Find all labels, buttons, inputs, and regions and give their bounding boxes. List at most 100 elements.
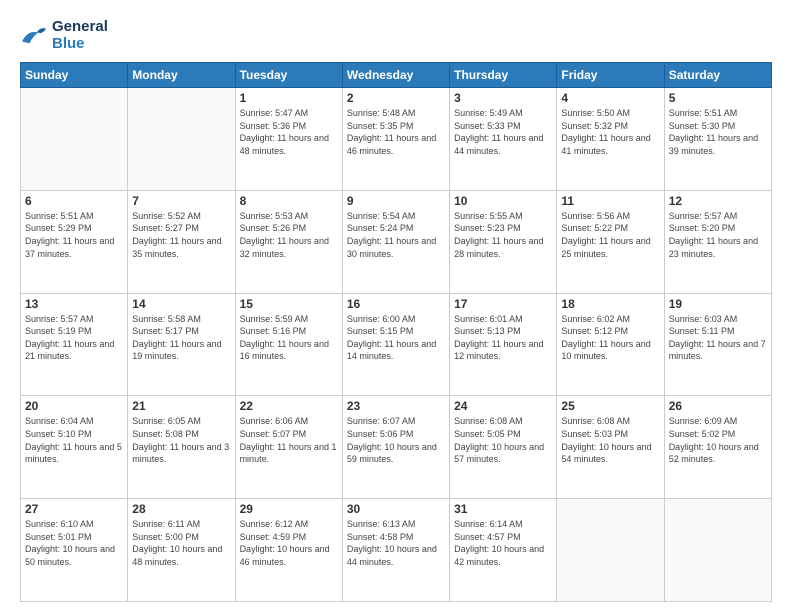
calendar-cell (21, 88, 128, 191)
logo-text: General Blue (52, 18, 108, 52)
day-number: 14 (132, 297, 230, 311)
day-info: Sunrise: 5:48 AM Sunset: 5:35 PM Dayligh… (347, 107, 445, 157)
day-info: Sunrise: 5:57 AM Sunset: 5:20 PM Dayligh… (669, 210, 767, 260)
calendar-cell: 31Sunrise: 6:14 AM Sunset: 4:57 PM Dayli… (450, 499, 557, 602)
day-info: Sunrise: 5:55 AM Sunset: 5:23 PM Dayligh… (454, 210, 552, 260)
calendar-week-row: 6 Sunrise: 5:51 AM Sunset: 5:29 PM Daylig… (21, 190, 772, 293)
calendar-week-row: 1 Sunrise: 5:47 AM Sunset: 5:36 PM Daylig… (21, 88, 772, 191)
day-number: 22 (240, 399, 338, 413)
day-number: 24 (454, 399, 552, 413)
calendar-cell: 16 Sunrise: 6:00 AM Sunset: 5:15 PM Dayli… (342, 293, 449, 396)
calendar-cell: 23Sunrise: 6:07 AM Sunset: 5:06 PM Dayli… (342, 396, 449, 499)
day-info: Sunrise: 6:00 AM Sunset: 5:15 PM Dayligh… (347, 313, 445, 363)
day-number: 21 (132, 399, 230, 413)
weekday-header: Sunday (21, 63, 128, 88)
day-number: 31 (454, 502, 552, 516)
page: General Blue SundayMondayTuesdayWednesda… (0, 0, 792, 612)
day-number: 1 (240, 91, 338, 105)
day-number: 25 (561, 399, 659, 413)
calendar-cell: 30 Sunrise: 6:13 AM Sunset: 4:58 PM Dayli… (342, 499, 449, 602)
calendar-cell: 11 Sunrise: 5:56 AM Sunset: 5:22 PM Dayli… (557, 190, 664, 293)
header: General Blue (20, 18, 772, 52)
day-info: Sunrise: 5:58 AM Sunset: 5:17 PM Dayligh… (132, 313, 230, 363)
day-info: Sunrise: 5:50 AM Sunset: 5:32 PM Dayligh… (561, 107, 659, 157)
day-info: Sunrise: 5:49 AM Sunset: 5:33 PM Dayligh… (454, 107, 552, 157)
calendar-cell: 7 Sunrise: 5:52 AM Sunset: 5:27 PM Daylig… (128, 190, 235, 293)
day-number: 2 (347, 91, 445, 105)
day-info: Sunrise: 6:10 AM Sunset: 5:01 PM Dayligh… (25, 518, 123, 568)
day-info: Sunrise: 6:08 AM Sunset: 5:03 PM Dayligh… (561, 415, 659, 465)
day-number: 11 (561, 194, 659, 208)
day-info: Sunrise: 6:11 AM Sunset: 5:00 PM Dayligh… (132, 518, 230, 568)
day-number: 3 (454, 91, 552, 105)
day-info: Sunrise: 5:51 AM Sunset: 5:29 PM Dayligh… (25, 210, 123, 260)
day-info: Sunrise: 5:54 AM Sunset: 5:24 PM Dayligh… (347, 210, 445, 260)
calendar-cell: 14 Sunrise: 5:58 AM Sunset: 5:17 PM Dayli… (128, 293, 235, 396)
day-info: Sunrise: 6:05 AM Sunset: 5:08 PM Dayligh… (132, 415, 230, 465)
day-number: 9 (347, 194, 445, 208)
day-info: Sunrise: 6:09 AM Sunset: 5:02 PM Dayligh… (669, 415, 767, 465)
day-number: 4 (561, 91, 659, 105)
calendar-cell: 9 Sunrise: 5:54 AM Sunset: 5:24 PM Daylig… (342, 190, 449, 293)
day-number: 19 (669, 297, 767, 311)
weekday-header: Tuesday (235, 63, 342, 88)
day-number: 26 (669, 399, 767, 413)
day-number: 12 (669, 194, 767, 208)
calendar-cell: 29Sunrise: 6:12 AM Sunset: 4:59 PM Dayli… (235, 499, 342, 602)
day-number: 30 (347, 502, 445, 516)
weekday-header: Wednesday (342, 63, 449, 88)
day-info: Sunrise: 5:47 AM Sunset: 5:36 PM Dayligh… (240, 107, 338, 157)
calendar-cell (664, 499, 771, 602)
day-info: Sunrise: 5:51 AM Sunset: 5:30 PM Dayligh… (669, 107, 767, 157)
day-number: 16 (347, 297, 445, 311)
calendar-cell: 18Sunrise: 6:02 AM Sunset: 5:12 PM Dayli… (557, 293, 664, 396)
calendar-cell: 24 Sunrise: 6:08 AM Sunset: 5:05 PM Dayli… (450, 396, 557, 499)
calendar-week-row: 27Sunrise: 6:10 AM Sunset: 5:01 PM Dayli… (21, 499, 772, 602)
day-info: Sunrise: 5:57 AM Sunset: 5:19 PM Dayligh… (25, 313, 123, 363)
calendar-cell: 17 Sunrise: 6:01 AM Sunset: 5:13 PM Dayli… (450, 293, 557, 396)
logo-icon (20, 23, 48, 47)
day-info: Sunrise: 6:02 AM Sunset: 5:12 PM Dayligh… (561, 313, 659, 363)
day-info: Sunrise: 5:56 AM Sunset: 5:22 PM Dayligh… (561, 210, 659, 260)
calendar-cell: 2 Sunrise: 5:48 AM Sunset: 5:35 PM Daylig… (342, 88, 449, 191)
calendar-cell: 12 Sunrise: 5:57 AM Sunset: 5:20 PM Dayli… (664, 190, 771, 293)
day-info: Sunrise: 5:52 AM Sunset: 5:27 PM Dayligh… (132, 210, 230, 260)
day-number: 20 (25, 399, 123, 413)
day-info: Sunrise: 6:01 AM Sunset: 5:13 PM Dayligh… (454, 313, 552, 363)
weekday-header: Saturday (664, 63, 771, 88)
calendar-cell: 28Sunrise: 6:11 AM Sunset: 5:00 PM Dayli… (128, 499, 235, 602)
calendar-cell: 25 Sunrise: 6:08 AM Sunset: 5:03 PM Dayli… (557, 396, 664, 499)
calendar-cell: 10 Sunrise: 5:55 AM Sunset: 5:23 PM Dayli… (450, 190, 557, 293)
day-info: Sunrise: 6:08 AM Sunset: 5:05 PM Dayligh… (454, 415, 552, 465)
day-number: 15 (240, 297, 338, 311)
day-number: 6 (25, 194, 123, 208)
calendar-week-row: 20 Sunrise: 6:04 AM Sunset: 5:10 PM Dayli… (21, 396, 772, 499)
calendar-cell: 8Sunrise: 5:53 AM Sunset: 5:26 PM Daylig… (235, 190, 342, 293)
calendar-cell (557, 499, 664, 602)
calendar-header-row: SundayMondayTuesdayWednesdayThursdayFrid… (21, 63, 772, 88)
calendar-cell: 26 Sunrise: 6:09 AM Sunset: 5:02 PM Dayli… (664, 396, 771, 499)
weekday-header: Monday (128, 63, 235, 88)
day-number: 5 (669, 91, 767, 105)
day-info: Sunrise: 6:06 AM Sunset: 5:07 PM Dayligh… (240, 415, 338, 465)
day-info: Sunrise: 6:13 AM Sunset: 4:58 PM Dayligh… (347, 518, 445, 568)
day-number: 23 (347, 399, 445, 413)
calendar-cell: 19 Sunrise: 6:03 AM Sunset: 5:11 PM Dayli… (664, 293, 771, 396)
day-number: 17 (454, 297, 552, 311)
calendar-table: SundayMondayTuesdayWednesdayThursdayFrid… (20, 62, 772, 602)
calendar-cell: 21 Sunrise: 6:05 AM Sunset: 5:08 PM Dayli… (128, 396, 235, 499)
day-number: 29 (240, 502, 338, 516)
day-info: Sunrise: 6:03 AM Sunset: 5:11 PM Dayligh… (669, 313, 767, 363)
calendar-cell: 6 Sunrise: 5:51 AM Sunset: 5:29 PM Daylig… (21, 190, 128, 293)
calendar-cell: 20 Sunrise: 6:04 AM Sunset: 5:10 PM Dayli… (21, 396, 128, 499)
day-number: 10 (454, 194, 552, 208)
calendar-cell: 5 Sunrise: 5:51 AM Sunset: 5:30 PM Daylig… (664, 88, 771, 191)
calendar-cell: 13 Sunrise: 5:57 AM Sunset: 5:19 PM Dayli… (21, 293, 128, 396)
calendar-cell: 22 Sunrise: 6:06 AM Sunset: 5:07 PM Dayli… (235, 396, 342, 499)
day-number: 7 (132, 194, 230, 208)
weekday-header: Thursday (450, 63, 557, 88)
weekday-header: Friday (557, 63, 664, 88)
day-info: Sunrise: 6:04 AM Sunset: 5:10 PM Dayligh… (25, 415, 123, 465)
day-number: 8 (240, 194, 338, 208)
day-number: 13 (25, 297, 123, 311)
